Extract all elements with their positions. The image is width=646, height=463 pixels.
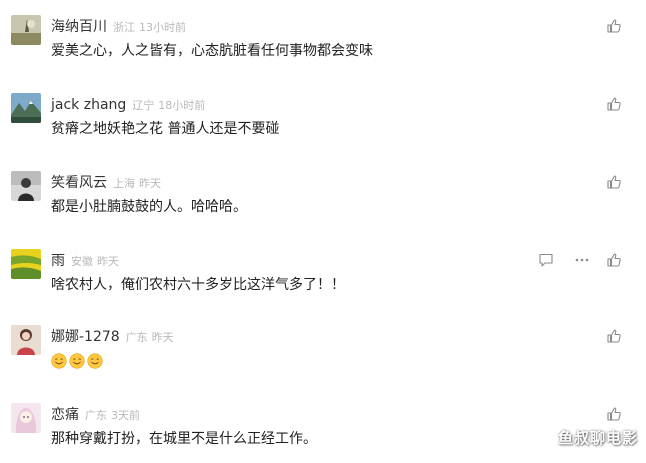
more-dots-icon — [575, 258, 589, 262]
timestamp: 3天前 — [111, 409, 140, 422]
comment-text: 都是小肚腩鼓鼓的人。哈哈哈。 — [51, 199, 247, 215]
smile-emoji-icon — [69, 353, 85, 369]
thumbs-up-icon — [607, 407, 621, 421]
like-button[interactable] — [606, 328, 622, 344]
watermark: 鱼叔聊电影 — [557, 429, 638, 447]
comment-bubble-icon — [539, 253, 553, 267]
comment-meta: 恋痛 广东 3天前 — [51, 403, 144, 427]
location: 上海 — [113, 177, 135, 190]
username[interactable]: 娜娜-1278 — [51, 325, 120, 349]
thumbs-up-icon — [607, 175, 621, 189]
comment-item: 娜娜-1278 广东 昨天 — [0, 325, 646, 385]
location: 浙江 — [113, 21, 135, 34]
like-button[interactable] — [606, 18, 622, 34]
username[interactable]: 雨 — [51, 249, 65, 273]
comment-text: 贫瘠之地妖艳之花 普通人还是不要碰 — [51, 121, 280, 137]
comment-text: 那种穿戴打扮，在城里不是什么正经工作。 — [51, 431, 317, 447]
thumbs-up-icon — [607, 253, 621, 267]
thumbs-up-icon — [607, 97, 621, 111]
person-avatar-icon — [11, 171, 41, 201]
comment-meta: 海纳百川 浙江 13小时前 — [51, 15, 190, 39]
avatar[interactable] — [11, 171, 41, 201]
username[interactable]: 笑看风云 — [51, 171, 107, 195]
username[interactable]: jack zhang — [51, 93, 126, 117]
like-button[interactable] — [606, 96, 622, 112]
like-button[interactable] — [606, 174, 622, 190]
like-button[interactable] — [606, 406, 622, 422]
comment-text: 爱美之心，人之皆有，心态肮脏看任何事物都会变味 — [51, 43, 373, 59]
username[interactable]: 海纳百川 — [51, 15, 107, 39]
anime-avatar-icon — [11, 403, 41, 433]
timestamp: 昨天 — [139, 177, 161, 190]
avatar[interactable] — [11, 93, 41, 123]
reply-button[interactable] — [538, 252, 554, 268]
comment-meta: 笑看风云 上海 昨天 — [51, 171, 165, 195]
avatar[interactable] — [11, 15, 41, 45]
location: 广东 — [85, 409, 107, 422]
timestamp: 18小时前 — [158, 99, 206, 112]
comment-item: 雨 安徽 昨天 啥农村人，俺们农村六十多岁比这洋气多了！！ — [0, 249, 646, 309]
comment-meta: 娜娜-1278 广东 昨天 — [51, 325, 178, 349]
comment-item: jack zhang 辽宁 18小时前 贫瘠之地妖艳之花 普通人还是不要碰 — [0, 93, 646, 153]
comment-meta: 雨 安徽 昨天 — [51, 249, 123, 273]
girl-avatar-icon — [11, 325, 41, 355]
field-avatar-icon — [11, 249, 41, 279]
username[interactable]: 恋痛 — [51, 403, 79, 427]
location: 安徽 — [71, 255, 93, 268]
comment-item: 海纳百川 浙江 13小时前 爱美之心，人之皆有，心态肮脏看任何事物都会变味 — [0, 15, 646, 75]
timestamp: 昨天 — [151, 331, 174, 344]
mountain-avatar-icon — [11, 93, 41, 123]
smile-emoji-icon — [87, 353, 103, 369]
comment-text: 啥农村人，俺们农村六十多岁比这洋气多了！！ — [51, 277, 345, 293]
more-button[interactable] — [574, 252, 590, 268]
avatar[interactable] — [11, 403, 41, 433]
timestamp: 13小时前 — [139, 21, 186, 34]
comment-text — [51, 351, 105, 371]
landscape-avatar-icon — [11, 15, 41, 45]
thumbs-up-icon — [607, 329, 621, 343]
location: 辽宁 — [132, 99, 155, 112]
location: 广东 — [125, 331, 148, 344]
timestamp: 昨天 — [97, 255, 119, 268]
comment-meta: jack zhang 辽宁 18小时前 — [51, 93, 209, 117]
avatar[interactable] — [11, 325, 41, 355]
comment-item: 笑看风云 上海 昨天 都是小肚腩鼓鼓的人。哈哈哈。 — [0, 171, 646, 231]
smile-emoji-icon — [51, 353, 67, 369]
comment-item: 恋痛 广东 3天前 那种穿戴打扮，在城里不是什么正经工作。 — [0, 403, 646, 463]
like-button[interactable] — [606, 252, 622, 268]
thumbs-up-icon — [607, 19, 621, 33]
avatar[interactable] — [11, 249, 41, 279]
